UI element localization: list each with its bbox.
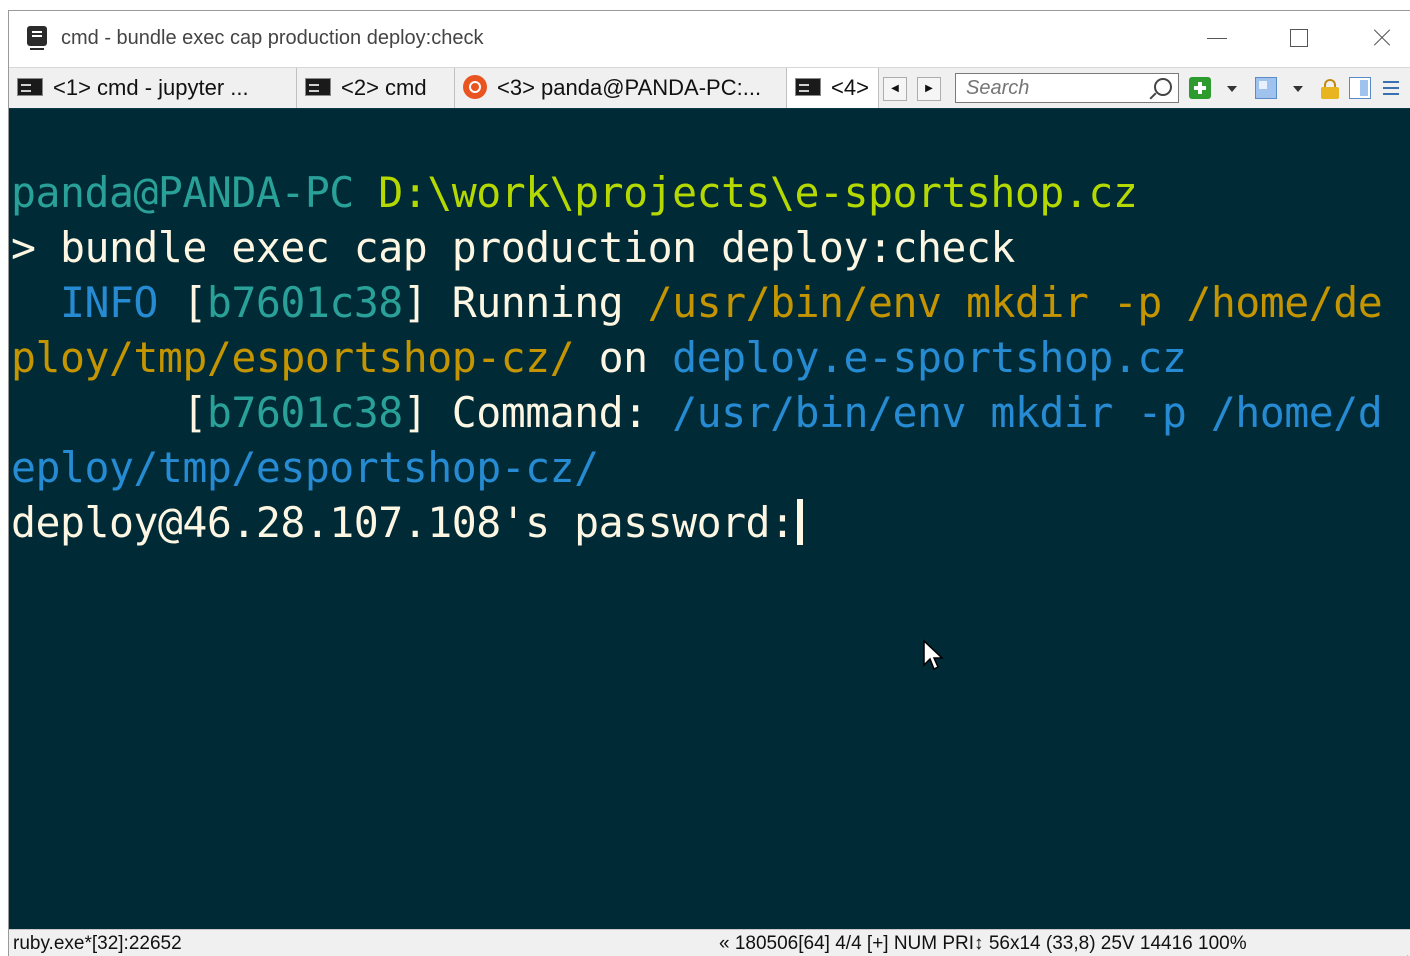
text-cursor xyxy=(796,499,803,545)
terminal-text: ] Command: xyxy=(402,388,673,437)
panel-icon[interactable] xyxy=(1255,77,1277,99)
status-process: ruby.exe*[32]:22652 xyxy=(13,933,182,954)
maximize-button[interactable] xyxy=(1271,17,1325,57)
cmd-icon xyxy=(305,78,331,97)
tab-scroll-left-button[interactable]: ◀ xyxy=(883,77,907,101)
ubuntu-icon xyxy=(463,75,487,100)
terminal-text: D:\work\projects\e-sportshop.cz xyxy=(378,168,1138,217)
cmd-icon xyxy=(795,78,821,97)
terminal-line: panda@PANDA-PC D:\work\projects\e-sports… xyxy=(11,165,1138,220)
terminal-line: deploy@46.28.107.108's password: xyxy=(11,495,803,550)
cmd-icon xyxy=(17,78,43,97)
tab-3[interactable]: <3> panda@PANDA-PC:... xyxy=(455,68,787,108)
tab-label: <4> xyxy=(831,75,869,100)
close-button[interactable] xyxy=(1353,17,1407,57)
status-bar: ruby.exe*[32]:22652 « 180506[64] 4/4 [+]… xyxy=(9,929,1410,956)
minimize-button[interactable] xyxy=(1189,17,1243,57)
tab-bar: <1> cmd - jupyter ... <2> cmd <3> panda@… xyxy=(9,67,1410,109)
terminal-text: on xyxy=(574,333,673,382)
title-bar[interactable]: cmd - bundle exec cap production deploy:… xyxy=(9,11,1410,65)
new-console-icon[interactable] xyxy=(1189,77,1211,99)
lock-icon[interactable] xyxy=(1319,77,1341,99)
terminal-text: /usr/bin/env mkdir -p /home/d xyxy=(672,388,1383,437)
menu-icon[interactable] xyxy=(1381,77,1401,99)
mouse-pointer-icon xyxy=(923,639,944,671)
terminal-text: INFO xyxy=(11,278,183,327)
console-window: cmd - bundle exec cap production deploy:… xyxy=(8,10,1410,956)
tab-label: <3> panda@PANDA-PC:... xyxy=(497,75,762,100)
terminal-line: > bundle exec cap production deploy:chec… xyxy=(11,220,1015,275)
window-title: cmd - bundle exec cap production deploy:… xyxy=(61,27,484,49)
split-view-icon[interactable] xyxy=(1349,77,1371,99)
terminal-text: panda@PANDA-PC xyxy=(11,168,379,217)
terminal-text: eploy/tmp/esportshop-cz/ xyxy=(11,443,599,492)
tab-label: <2> cmd xyxy=(341,75,427,100)
resize-grip-icon[interactable] xyxy=(1396,944,1410,956)
terminal-text: /usr/bin/env mkdir -p /home/de xyxy=(647,278,1383,327)
terminal-output[interactable]: deploy@46.28.107.108's password: eploy/tm… xyxy=(9,108,1410,929)
terminal-text: > bundle exec cap production deploy:chec… xyxy=(11,223,1015,272)
tab-scroll-right-button[interactable]: ▶ xyxy=(917,77,941,101)
terminal-text: b7601c38 xyxy=(206,278,403,327)
chevron-down-icon[interactable] xyxy=(1293,86,1303,92)
terminal-text: deploy@46.28.107.108's password: xyxy=(11,498,795,547)
terminal-line: [b7601c38] Command: /usr/bin/env mkdir -… xyxy=(11,385,1382,440)
terminal-text: [ xyxy=(11,388,207,437)
tab-1[interactable]: <1> cmd - jupyter ... xyxy=(9,68,297,108)
chevron-down-icon[interactable] xyxy=(1227,86,1237,92)
terminal-text: b7601c38 xyxy=(206,388,403,437)
status-info: « 180506[64] 4/4 [+] NUM PRI↕ 56x14 (33,… xyxy=(719,933,1247,954)
app-icon[interactable] xyxy=(27,26,47,50)
search-icon[interactable] xyxy=(1154,78,1172,96)
terminal-text: ] Running xyxy=(402,278,648,327)
terminal-line: ploy/tmp/esportshop-cz/ on deploy.e-spor… xyxy=(11,330,1187,385)
search-box[interactable] xyxy=(955,73,1179,103)
tab-4[interactable]: <4> xyxy=(787,68,879,108)
terminal-text: [ xyxy=(182,278,207,327)
search-input[interactable] xyxy=(956,74,1146,102)
tab-label: <1> cmd - jupyter ... xyxy=(53,75,249,100)
terminal-text: deploy.e-sportshop.cz xyxy=(672,333,1187,382)
terminal-line: eploy/tmp/esportshop-cz/ xyxy=(11,440,599,495)
terminal-text: ploy/tmp/esportshop-cz/ xyxy=(11,333,575,382)
tab-2[interactable]: <2> cmd xyxy=(297,68,455,108)
terminal-line: INFO [b7601c38] Running /usr/bin/env mkd… xyxy=(11,275,1383,330)
